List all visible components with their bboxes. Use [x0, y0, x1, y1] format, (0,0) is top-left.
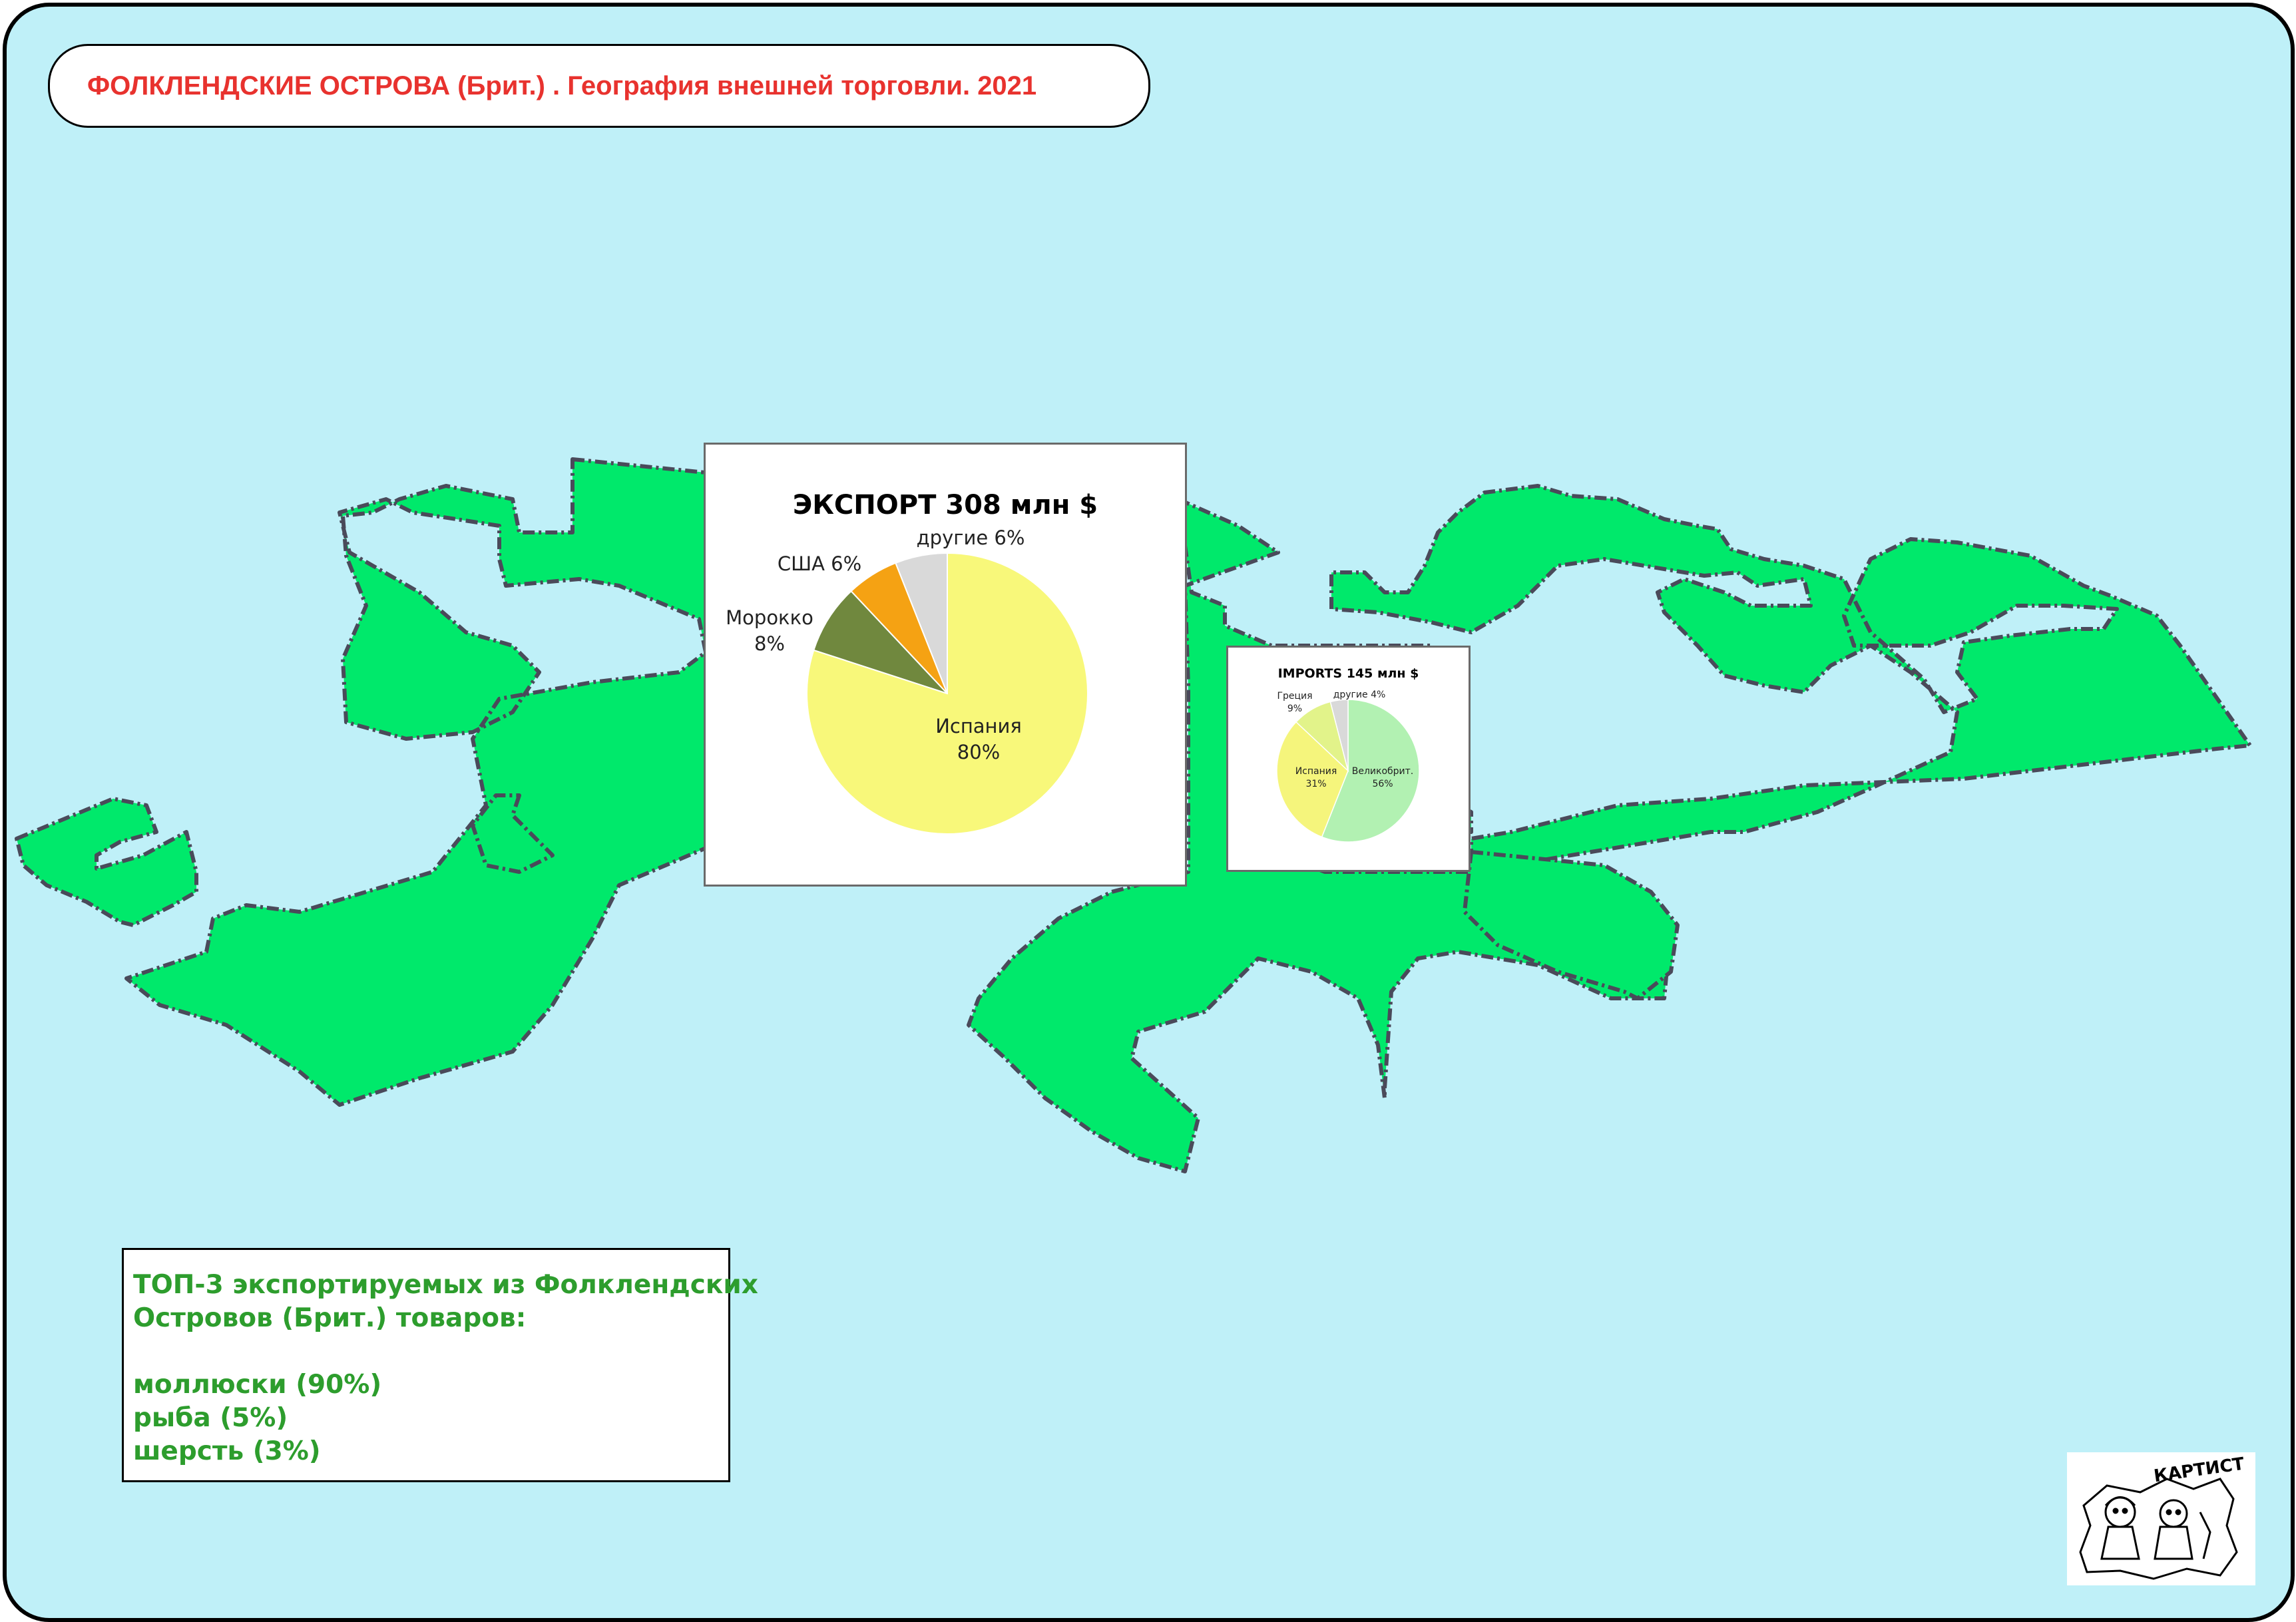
top3-item: моллюски (90%) [133, 1370, 382, 1400]
import-chart-panel: IMPORTS 145 млн $ Великобрит. 56% Испания 3… [1226, 646, 1471, 872]
export-label-3: другие 6% [917, 526, 1025, 549]
export-label-1: Морокко 8% [726, 606, 813, 655]
title-box: ФОЛКЛЕНДСКИЕ ОСТРОВА (Брит.) . География… [48, 44, 1150, 128]
import-chart-title: IMPORTS 145 млн $ [1277, 666, 1419, 681]
map-frame: ФОЛКЛЕНДСКИЕ ОСТРОВА (Брит.) . География… [3, 3, 2295, 1622]
import-label-3: другие 4% [1333, 690, 1386, 700]
import-pie-chart: Великобрит. 56%Испания 31%Греция 9%другие 4… [1276, 690, 1420, 843]
export-label-2: США 6% [778, 552, 861, 575]
top3-item: шерсть (3%) [133, 1436, 321, 1466]
kartist-logo: КАРТИСТ [2067, 1452, 2255, 1585]
import-label-2: Греция 9% [1277, 691, 1312, 714]
lafonia-peninsula [1463, 850, 1680, 1000]
export-chart-panel: ЭКСПОРТ 308 млн $ Испания 80% Морокко 8% США… [704, 443, 1187, 887]
top3-heading-line2: Островов (Брит.) товаров: [133, 1303, 527, 1333]
top3-heading-line1: ТОП-3 экспортируемых из Фолклендских [133, 1270, 758, 1300]
top3-item: рыба (5%) [133, 1403, 288, 1433]
far-west-peninsula [15, 797, 198, 927]
page-title: ФОЛКЛЕНДСКИЕ ОСТРОВА (Брит.) . География… [87, 71, 1037, 101]
top3-exports-box: ТОП-3 экспортируемых из Фолклендских Ост… [122, 1248, 758, 1482]
export-chart-title: ЭКСПОРТ 308 млн $ [792, 490, 1098, 520]
